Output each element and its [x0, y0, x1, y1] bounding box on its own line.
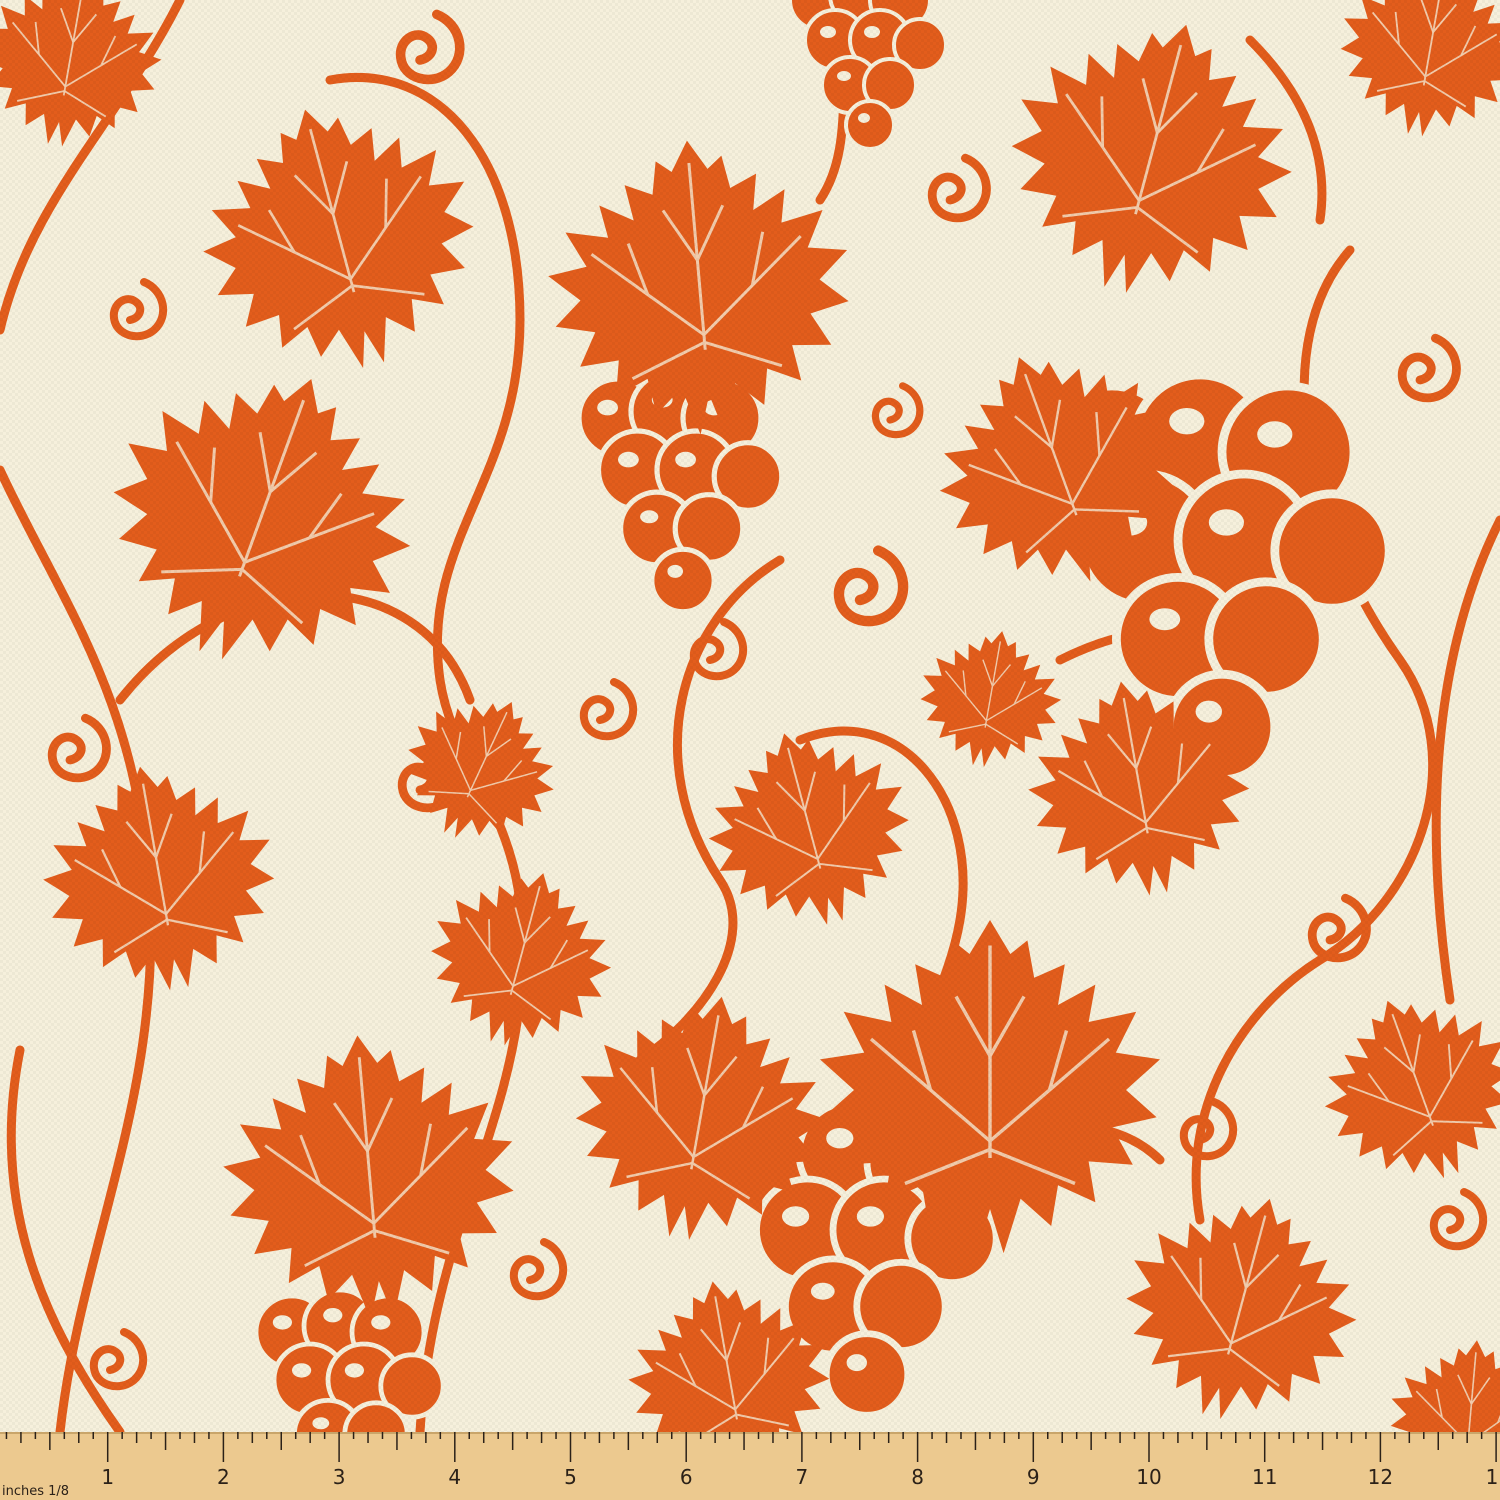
- ruler-number: 3: [333, 1465, 346, 1489]
- ruler-number: 8: [911, 1465, 924, 1489]
- ruler-top-edge: [0, 1432, 1500, 1434]
- ruler-number: 6: [680, 1465, 693, 1489]
- measuring-ruler: 1 2 3 4 5 6 7 8 9 10 11 12 1 inches 1/8: [0, 1432, 1500, 1500]
- ruler-number: 5: [564, 1465, 577, 1489]
- ruler-number: 11: [1252, 1465, 1277, 1489]
- ruler-number: 1: [1486, 1465, 1499, 1489]
- ruler-number: 10: [1136, 1465, 1161, 1489]
- ruler-number: 4: [448, 1465, 461, 1489]
- ruler-number: 7: [796, 1465, 809, 1489]
- ruler-number: 1: [101, 1465, 114, 1489]
- ruler-number: 12: [1368, 1465, 1393, 1489]
- ruler-number: 9: [1027, 1465, 1040, 1489]
- fabric-pattern: [0, 0, 1500, 1432]
- ruler-unit-label: inches 1/8: [2, 1484, 69, 1499]
- ruler-number: 2: [217, 1465, 230, 1489]
- fabric-weave-texture: [0, 0, 1500, 1432]
